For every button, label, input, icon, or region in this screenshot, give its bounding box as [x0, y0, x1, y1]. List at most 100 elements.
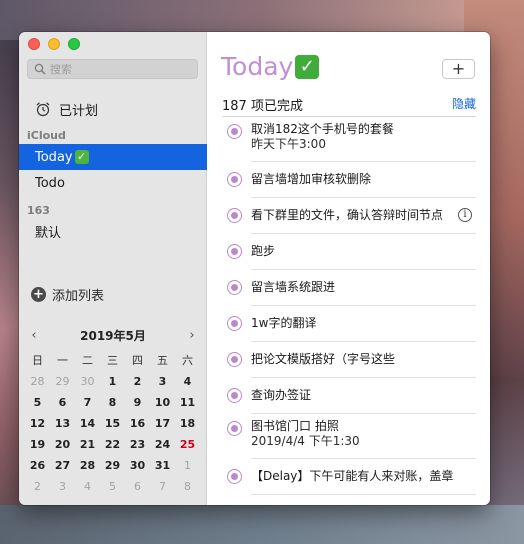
calendar-day[interactable]: 24 [150, 434, 175, 455]
calendar-day[interactable]: 28 [25, 371, 50, 392]
add-reminder-button[interactable]: + [442, 59, 475, 79]
calendar-day[interactable]: 3 [50, 476, 75, 497]
calendar-day[interactable]: 11 [175, 392, 200, 413]
sidebar-item-todo[interactable]: Todo [19, 170, 207, 196]
complete-checkbox[interactable] [227, 280, 242, 295]
reminder-body: 取消182这个手机号的套餐 昨天下午3:00 [251, 122, 394, 152]
reminder-title[interactable]: 跑步 [251, 244, 275, 259]
reminder-row[interactable]: 1w字的翻译 [207, 306, 490, 342]
minimize-button[interactable] [48, 38, 60, 50]
reminder-body: 查询办签证 [251, 388, 311, 403]
reminder-row[interactable]: 图书馆门口 拍照 2019/4/4 下午1:30 [207, 414, 490, 459]
hide-completed-link[interactable]: 隐藏 [452, 95, 476, 112]
calendar-day[interactable]: 7 [75, 392, 100, 413]
reminder-title[interactable]: 查询办签证 [251, 388, 311, 403]
calendar-day[interactable]: 21 [75, 434, 100, 455]
calendar-day[interactable]: 8 [100, 392, 125, 413]
desktop-lake [0, 505, 524, 544]
calendar-day[interactable]: 1 [175, 455, 200, 476]
reminder-row[interactable]: 【Delay】下午可能有人来对账，盖章 [207, 459, 490, 495]
weekday-label: 日 [32, 354, 43, 367]
calendar-day[interactable]: 29 [100, 455, 125, 476]
reminder-title[interactable]: 1w字的翻译 [251, 316, 316, 331]
reminder-title[interactable]: 看下群里的文件，确认答辩时间节点 [251, 208, 443, 223]
calendar-day[interactable]: 2 [125, 371, 150, 392]
zoom-button[interactable] [68, 38, 80, 50]
complete-checkbox[interactable] [227, 316, 242, 331]
calendar-day[interactable]: 3 [150, 371, 175, 392]
reminder-body: 留言墙系统跟进 [251, 280, 335, 295]
sidebar-item-default[interactable]: 默认 [19, 218, 207, 244]
checkmark-icon: ✓ [74, 150, 89, 164]
calendar-day[interactable]: 15 [100, 413, 125, 434]
complete-checkbox[interactable] [227, 208, 242, 223]
calendar-day[interactable]: 13 [50, 413, 75, 434]
reminder-row[interactable]: 留言墙增加审核软删除 [207, 162, 490, 198]
calendar-day[interactable]: 4 [175, 371, 200, 392]
calendar-day[interactable]: 8 [175, 476, 200, 497]
reminder-row[interactable]: 取消182这个手机号的套餐 昨天下午3:00 [207, 117, 490, 162]
search-field[interactable] [27, 59, 198, 79]
calendar-day[interactable]: 26 [25, 455, 50, 476]
calendar-day[interactable]: 30 [75, 371, 100, 392]
complete-checkbox[interactable] [227, 388, 242, 403]
calendar-day[interactable]: 2 [25, 476, 50, 497]
calendar-day[interactable]: 23 [125, 434, 150, 455]
chevron-left-icon[interactable]: ‹ [27, 328, 41, 343]
complete-checkbox[interactable] [227, 421, 242, 436]
calendar-day[interactable]: 22 [100, 434, 125, 455]
chevron-right-icon[interactable]: › [185, 328, 199, 343]
calendar-day[interactable]: 1 [100, 371, 125, 392]
section-header-icloud: iCloud [27, 129, 66, 142]
search-input[interactable] [50, 62, 190, 76]
calendar-day[interactable]: 18 [175, 413, 200, 434]
reminder-title[interactable]: 留言墙系统跟进 [251, 280, 335, 295]
calendar-day[interactable]: 9 [125, 392, 150, 413]
main-panel: Today ✓ + 187 项已完成 隐藏 取消182这个手机号的套餐 昨天下午3… [207, 32, 490, 505]
calendar-day[interactable]: 29 [50, 371, 75, 392]
calendar-day[interactable]: 31 [150, 455, 175, 476]
calendar-day[interactable]: 5 [100, 476, 125, 497]
sidebar-item-today[interactable]: Today ✓ [19, 144, 207, 170]
calendar-day[interactable]: 4 [75, 476, 100, 497]
complete-checkbox[interactable] [227, 124, 242, 139]
reminder-title[interactable]: 留言墙增加审核软删除 [251, 172, 371, 187]
calendar-day[interactable]: 7 [150, 476, 175, 497]
search-icon [34, 63, 46, 75]
complete-checkbox[interactable] [227, 244, 242, 259]
sidebar-item-scheduled[interactable]: 已计划 [19, 98, 207, 120]
calendar-day[interactable]: 20 [50, 434, 75, 455]
info-icon[interactable]: i [458, 208, 472, 222]
calendar-day[interactable]: 6 [125, 476, 150, 497]
add-list-button[interactable]: + 添加列表 [31, 285, 104, 304]
calendar-day[interactable]: 14 [75, 413, 100, 434]
calendar-day[interactable]: 5 [25, 392, 50, 413]
complete-checkbox[interactable] [227, 172, 242, 187]
calendar-day[interactable]: 16 [125, 413, 150, 434]
reminder-title[interactable]: 【Delay】下午可能有人来对账，盖章 [251, 469, 453, 484]
calendar-day[interactable]: 17 [150, 413, 175, 434]
calendar-day[interactable]: 25 [175, 434, 200, 455]
calendar-day[interactable]: 27 [50, 455, 75, 476]
complete-checkbox[interactable] [227, 469, 242, 484]
reminder-row[interactable]: 查询办签证 [207, 378, 490, 414]
calendar-day[interactable]: 12 [25, 413, 50, 434]
calendar-day[interactable]: 10 [150, 392, 175, 413]
calendar-day[interactable]: 30 [125, 455, 150, 476]
sidebar: 已计划 iCloud Today ✓ Todo 163 默认 + 添加列表 ‹ … [19, 32, 207, 505]
reminder-row[interactable]: 留言墙系统跟进 [207, 270, 490, 306]
calendar-day[interactable]: 28 [75, 455, 100, 476]
reminder-row[interactable] [207, 495, 490, 505]
weekday-label: 四 [132, 354, 143, 367]
weekday-label: 五 [157, 354, 168, 367]
reminder-row[interactable]: 跑步 [207, 234, 490, 270]
reminder-row[interactable]: 把论文模版搭好（字号这些 [207, 342, 490, 378]
reminder-row[interactable]: 看下群里的文件，确认答辩时间节点 i [207, 198, 490, 234]
reminder-title[interactable]: 取消182这个手机号的套餐 [251, 122, 394, 137]
calendar-day[interactable]: 19 [25, 434, 50, 455]
complete-checkbox[interactable] [227, 352, 242, 367]
reminder-title[interactable]: 图书馆门口 拍照 [251, 419, 360, 434]
close-button[interactable] [28, 38, 40, 50]
reminder-title[interactable]: 把论文模版搭好（字号这些 [251, 352, 395, 367]
calendar-day[interactable]: 6 [50, 392, 75, 413]
